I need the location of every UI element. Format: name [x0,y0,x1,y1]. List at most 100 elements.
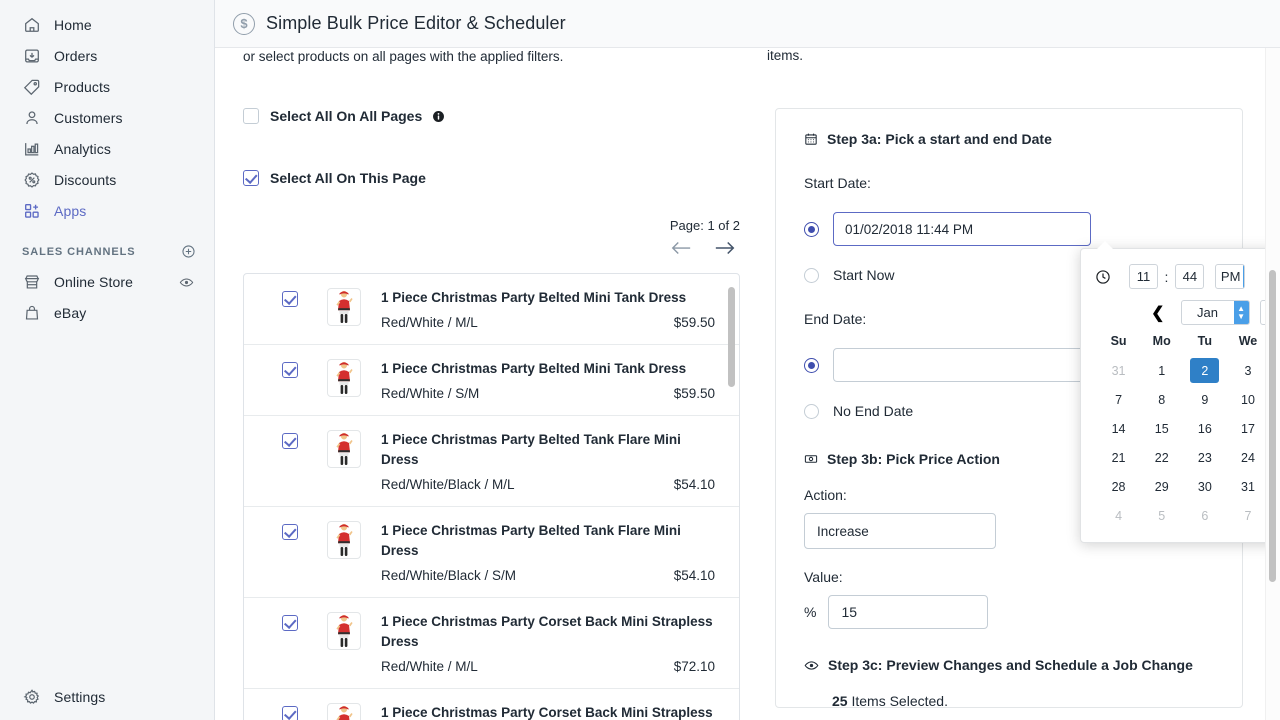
no-end-date-radio[interactable] [804,403,819,419]
table-row[interactable]: 1 Piece Christmas Party Belted Mini Tank… [244,345,739,416]
calendar-day[interactable]: 5 [1140,501,1183,530]
sidebar-item-customers[interactable]: Customers [8,103,206,133]
start-date-radio[interactable] [804,221,819,237]
percent-symbol: % [804,604,817,620]
calendar-day[interactable]: 30 [1183,472,1226,501]
hour-stepper-arrows[interactable]: ▲▼ [1157,265,1158,288]
product-info: 1 Piece Christmas Party Belted Tank Flar… [381,430,715,492]
meridiem-stepper-arrows[interactable]: ▲▼ [1242,265,1245,288]
calendar-day[interactable]: 8 [1140,385,1183,414]
sidebar-item-products[interactable]: Products [8,72,206,102]
calendar-day[interactable]: 23 [1183,443,1226,472]
start-date-input[interactable]: 01/02/2018 11:44 PM [833,212,1091,246]
product-list-scrollbar[interactable] [728,287,735,387]
hour-spinner[interactable]: 11 ▲▼ [1129,264,1158,289]
calendar-day-value: 10 [1241,392,1255,407]
calendar-day[interactable]: 28 [1097,472,1140,501]
sidebar-item-home[interactable]: Home [8,10,206,40]
step-3a-heading: Step 3a: Pick a start and end Date [804,131,1214,147]
arrow-left-icon[interactable] [670,240,692,256]
select-all-this-page-row[interactable]: Select All On This Page [243,170,743,186]
value-input[interactable]: 15 [828,595,989,629]
calendar-day[interactable]: 31 [1226,472,1269,501]
datetime-picker-popup[interactable]: 11 ▲▼ : 44 ▲▼ PM ▲▼ Apply Cancel [1080,241,1280,543]
calendar-weekday: We [1238,334,1258,348]
calendar-day[interactable]: 10 [1226,385,1269,414]
start-now-radio[interactable] [804,267,819,283]
product-checkbox[interactable] [282,362,298,378]
chevron-left-icon[interactable]: ❮ [1145,303,1170,323]
home-icon [22,15,42,35]
main-content: Select the products you want to change. … [215,48,1280,720]
sidebar-item-ebay[interactable]: eBay [8,298,206,328]
start-date-radio-row[interactable]: 01/02/2018 11:44 PM [804,212,1214,246]
calendar-day[interactable]: 29 [1140,472,1183,501]
sidebar-item-settings[interactable]: Settings [8,682,207,712]
calendar-day[interactable]: 31 [1097,356,1140,385]
calendar-body: 3112345678910111213141516171819202122232… [1097,356,1280,530]
calendar-day[interactable]: 16 [1183,414,1226,443]
product-checkbox[interactable] [282,291,298,307]
month-spinner[interactable]: Jan ▲ ▼ [1180,300,1250,325]
sidebar-item-discounts[interactable]: Discounts [8,165,206,195]
calendar-day[interactable]: 7 [1226,501,1269,530]
table-row[interactable]: 1 Piece Christmas Party Corset Back Mini… [244,689,739,720]
calendar-weekday: Su [1110,334,1127,348]
minute-spinner[interactable]: 44 ▲▼ [1175,264,1204,289]
product-variant: Red/White / M/L [381,659,478,674]
product-list-scroll[interactable]: 1 Piece Christmas Party Belted Mini Tank… [244,274,739,720]
select-all-all-pages-checkbox[interactable] [243,108,259,124]
start-now-label: Start Now [833,267,895,283]
sidebar-item-analytics[interactable]: Analytics [8,134,206,164]
add-sales-channel-icon[interactable] [181,244,196,259]
calendar-day-value: 23 [1197,450,1212,465]
calendar-icon [804,132,818,146]
calendar-day[interactable]: 21 [1097,443,1140,472]
product-info: 1 Piece Christmas Party Corset Back Mini… [381,703,715,720]
month-stepper-arrows[interactable]: ▲ ▼ [1233,301,1249,324]
arrow-right-icon[interactable] [714,240,736,256]
calendar-day[interactable]: 14 [1097,414,1140,443]
product-checkbox[interactable] [282,433,298,449]
product-info: 1 Piece Christmas Party Belted Mini Tank… [381,359,715,401]
page-scrollbar-thumb[interactable] [1269,270,1276,582]
table-row[interactable]: 1 Piece Christmas Party Belted Mini Tank… [244,274,739,345]
eye-icon[interactable] [179,275,194,290]
product-checkbox[interactable] [282,615,298,631]
action-select[interactable]: Increase [804,513,996,549]
meridiem-spinner[interactable]: PM ▲▼ [1214,264,1246,289]
product-variant: Red/White/Black / M/L [381,477,515,492]
calendar-day[interactable]: 15 [1140,414,1183,443]
product-checkbox[interactable] [282,524,298,540]
select-all-this-page-checkbox[interactable] [243,170,259,186]
calendar-day[interactable]: 22 [1140,443,1183,472]
calendar-day[interactable]: 2 [1183,356,1226,385]
info-icon[interactable] [431,109,445,123]
calendar-day[interactable]: 6 [1183,501,1226,530]
sidebar-item-orders[interactable]: Orders [8,41,206,71]
table-row[interactable]: 1 Piece Christmas Party Belted Tank Flar… [244,507,739,598]
sidebar-item-apps[interactable]: Apps [8,196,206,226]
calendar-day-value: 31 [1241,479,1255,494]
calendar-day[interactable]: 7 [1097,385,1140,414]
calendar-day[interactable]: 1 [1140,356,1183,385]
product-thumbnail [327,430,361,468]
minute-stepper-arrows[interactable]: ▲▼ [1203,265,1204,288]
product-checkbox[interactable] [282,706,298,720]
table-row[interactable]: 1 Piece Christmas Party Belted Tank Flar… [244,416,739,507]
end-date-input[interactable] [833,348,1091,382]
dollar-circle-icon: $ [233,12,255,35]
calendar-day[interactable]: 3 [1226,356,1269,385]
sidebar-item-online-store[interactable]: Online Store [8,267,206,297]
step-3b-title: Step 3b: Pick Price Action [827,451,1000,467]
calendar-day[interactable]: 17 [1226,414,1269,443]
step-3a-title: Step 3a: Pick a start and end Date [827,131,1052,147]
select-all-all-pages-row[interactable]: Select All On All Pages [243,108,743,124]
calendar-day[interactable]: 24 [1226,443,1269,472]
table-row[interactable]: 1 Piece Christmas Party Corset Back Mini… [244,598,739,689]
product-variant: Red/White/Black / S/M [381,568,517,583]
end-date-radio[interactable] [804,357,819,373]
calendar-day-value: 16 [1197,421,1212,436]
calendar-day[interactable]: 4 [1097,501,1140,530]
calendar-day[interactable]: 9 [1183,385,1226,414]
